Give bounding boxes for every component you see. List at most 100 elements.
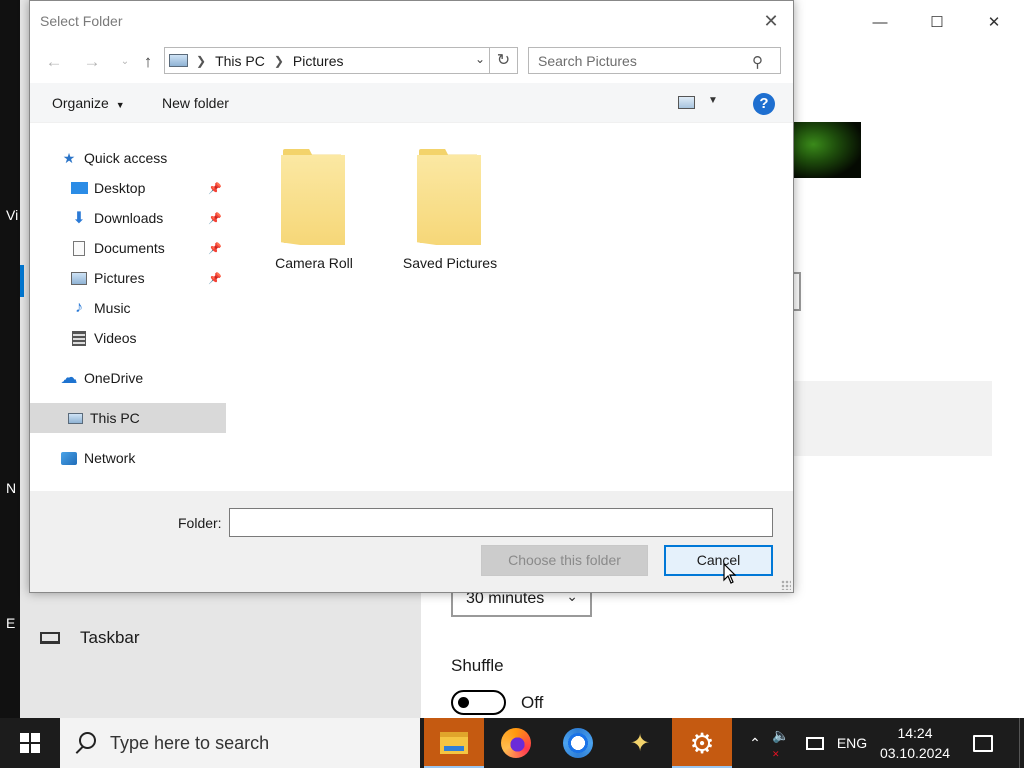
- address-bar[interactable]: ❯ This PC ❯ Pictures ⌄: [164, 47, 490, 74]
- breadcrumb-this-pc[interactable]: This PC: [215, 53, 265, 69]
- recent-dropdown-icon[interactable]: ⌄: [114, 51, 136, 73]
- chevron-right-icon[interactable]: ❯: [196, 54, 206, 68]
- back-arrow-icon[interactable]: ←: [43, 51, 65, 73]
- nav-item-label: This PC: [90, 410, 140, 426]
- file-explorer-icon: [440, 732, 468, 754]
- breadcrumb-pictures[interactable]: Pictures: [293, 53, 344, 69]
- nav-item-label: Music: [94, 300, 131, 316]
- search-icon[interactable]: ⚲: [752, 53, 763, 71]
- show-desktop-button[interactable]: [1019, 718, 1024, 768]
- nav-item-this-pc[interactable]: This PC: [30, 403, 226, 433]
- shuffle-state: Off: [521, 693, 544, 712]
- close-icon[interactable]: ✕: [759, 9, 783, 33]
- folder-content-area: Camera Roll Saved Pictures: [230, 123, 793, 491]
- star-icon: ★: [62, 149, 76, 166]
- choose-folder-button[interactable]: Choose this folder: [481, 545, 648, 576]
- cloud-icon: ☁: [60, 368, 78, 387]
- navigation-bar: ← → ⌄ ↑ ❯ This PC ❯ Pictures ⌄ ↻ ⚲: [30, 45, 793, 79]
- file-explorer-taskbar-button[interactable]: [424, 718, 484, 768]
- resize-grip[interactable]: [781, 580, 791, 590]
- help-icon[interactable]: ?: [753, 93, 775, 115]
- edge-text: E: [6, 615, 16, 631]
- nav-item-onedrive[interactable]: ☁ OneDrive: [60, 363, 144, 393]
- computer-icon: [169, 54, 188, 67]
- folder-item[interactable]: Camera Roll: [259, 147, 369, 271]
- nav-item-label: Network: [84, 450, 136, 466]
- search-icon: [74, 732, 96, 754]
- show-hidden-icons-button[interactable]: ⌃: [744, 718, 766, 768]
- nav-item-network[interactable]: Network: [60, 443, 135, 473]
- network-monitor-icon: [806, 736, 824, 750]
- browser-taskbar-button[interactable]: [548, 718, 608, 768]
- nav-item-label: Quick access: [84, 150, 168, 166]
- nav-item-documents[interactable]: Documents 📌: [70, 233, 230, 263]
- start-button[interactable]: [0, 718, 60, 768]
- edge-text: N: [6, 480, 17, 496]
- new-folder-button[interactable]: New folder: [162, 95, 229, 111]
- action-center-button[interactable]: [968, 718, 998, 768]
- pin-icon[interactable]: 📌: [208, 212, 222, 225]
- nav-item-label: OneDrive: [84, 370, 144, 386]
- edge-text: Vi: [6, 207, 19, 223]
- forward-arrow-icon[interactable]: →: [81, 51, 103, 73]
- music-icon: ♪: [75, 299, 83, 316]
- taskbar-search-box[interactable]: Type here to search: [60, 718, 420, 768]
- nav-item-downloads[interactable]: ⬇ Downloads 📌: [70, 203, 230, 233]
- windows-taskbar: Type here to search ✦ ⚙ ⌃ 🔈✕ ENG 14:24 0…: [0, 718, 1024, 768]
- folder-icon: [281, 147, 347, 247]
- background-preview-image: [793, 122, 861, 178]
- nav-item-videos[interactable]: Videos: [70, 323, 137, 353]
- chevron-down-icon[interactable]: ⌄: [475, 52, 485, 66]
- settings-panel: [794, 381, 992, 456]
- network-tray-button[interactable]: [802, 718, 828, 768]
- search-input[interactable]: [528, 47, 781, 74]
- folder-input[interactable]: [229, 508, 773, 537]
- nav-item-label: Pictures: [94, 270, 145, 286]
- cancel-button[interactable]: Cancel: [664, 545, 773, 576]
- firefox-taskbar-button[interactable]: [486, 718, 546, 768]
- nav-item-music[interactable]: ♪ Music: [70, 293, 131, 323]
- volume-button[interactable]: 🔈✕: [772, 718, 796, 768]
- refresh-icon[interactable]: ↻: [490, 47, 518, 74]
- organize-button[interactable]: Organize ▼: [52, 95, 125, 111]
- mouse-cursor-icon: [723, 563, 737, 584]
- clock-time: 14:24: [897, 725, 933, 741]
- chevron-right-icon[interactable]: ❯: [274, 54, 284, 68]
- caret-down-icon[interactable]: ▼: [708, 95, 718, 106]
- nav-item-pictures[interactable]: Pictures 📌: [70, 263, 230, 293]
- nav-item-label: Desktop: [94, 180, 146, 196]
- nav-item-label: Downloads: [94, 210, 164, 226]
- volume-muted-icon: 🔈✕: [772, 726, 790, 759]
- settings-taskbar-button[interactable]: ⚙: [672, 718, 732, 768]
- minimize-button[interactable]: —: [857, 8, 903, 36]
- pin-icon[interactable]: 📌: [208, 242, 222, 255]
- language-indicator[interactable]: ENG: [835, 718, 869, 768]
- network-icon: [60, 450, 78, 466]
- maximize-button[interactable]: ☐: [914, 8, 960, 36]
- view-options-icon[interactable]: [678, 96, 695, 109]
- folder-label: Folder:: [178, 515, 222, 531]
- caret-down-icon: ▼: [115, 100, 125, 110]
- document-icon: [70, 240, 88, 256]
- pin-icon[interactable]: 📌: [208, 182, 222, 195]
- close-window-button[interactable]: ✕: [971, 8, 1017, 36]
- dialog-title: Select Folder: [40, 13, 123, 29]
- pin-icon[interactable]: 📌: [208, 272, 222, 285]
- magic-wand-taskbar-button[interactable]: ✦: [610, 718, 670, 768]
- magic-wand-icon: ✦: [629, 729, 651, 757]
- shuffle-toggle[interactable]: [451, 690, 506, 715]
- up-arrow-icon[interactable]: ↑: [137, 51, 159, 73]
- video-icon: [70, 330, 88, 346]
- shuffle-label: Shuffle: [451, 656, 504, 675]
- folder-item[interactable]: Saved Pictures: [395, 147, 505, 271]
- selection-indicator: [20, 265, 24, 297]
- nav-item-quick-access[interactable]: ★ Quick access: [60, 143, 168, 173]
- clock-date: 03.10.2024: [879, 745, 951, 761]
- clock[interactable]: 14:24 03.10.2024: [875, 718, 955, 768]
- windows-logo-icon: [20, 733, 40, 753]
- nav-item-desktop[interactable]: Desktop 📌: [70, 173, 230, 203]
- taskbar-search-placeholder: Type here to search: [110, 732, 270, 753]
- sidebar-item-taskbar[interactable]: Taskbar: [40, 628, 140, 648]
- desktop-edge: Vi N E: [0, 0, 20, 718]
- firefox-icon: [501, 728, 531, 758]
